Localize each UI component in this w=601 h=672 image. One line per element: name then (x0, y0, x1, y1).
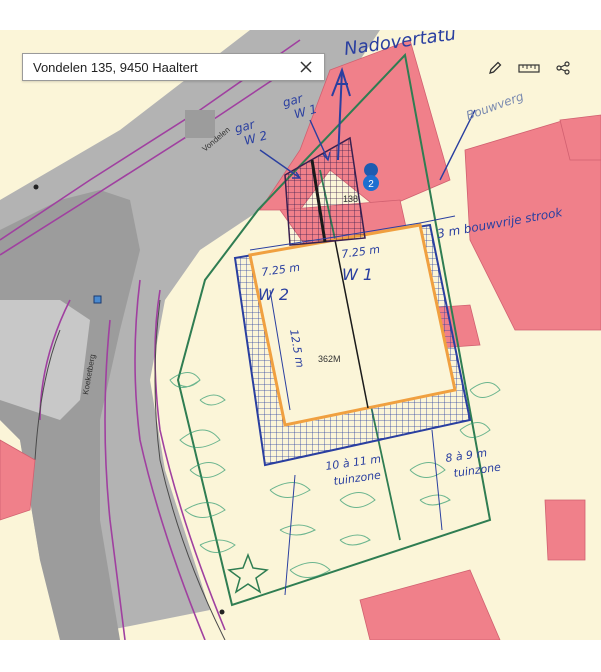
share-button[interactable] (552, 57, 574, 79)
building-small (185, 110, 215, 138)
ruler-icon (518, 64, 540, 73)
location-marker (93, 295, 102, 304)
pencil-icon (489, 61, 502, 74)
map-canvas[interactable]: 2 Vondelen Koeketberg 138 362M Nadoverta… (0, 30, 601, 640)
map-toolbar (484, 56, 574, 80)
area-label: 362M (318, 354, 341, 364)
draw-button[interactable] (484, 57, 506, 79)
search-box[interactable]: Vondelen 135, 9450 Haaltert (22, 53, 325, 81)
note-w2: W 2 (258, 285, 289, 304)
house-number: 138 (343, 194, 358, 204)
measure-button[interactable] (518, 57, 540, 79)
road-dot (219, 609, 225, 615)
share-icon (556, 61, 570, 75)
road-light (0, 300, 90, 420)
note-w1: W 1 (342, 265, 373, 284)
close-icon (300, 61, 312, 73)
search-input[interactable]: Vondelen 135, 9450 Haaltert (33, 60, 298, 75)
pin-number: 2 (368, 179, 374, 190)
road-dot (33, 184, 39, 190)
clear-search-button[interactable] (298, 59, 314, 75)
